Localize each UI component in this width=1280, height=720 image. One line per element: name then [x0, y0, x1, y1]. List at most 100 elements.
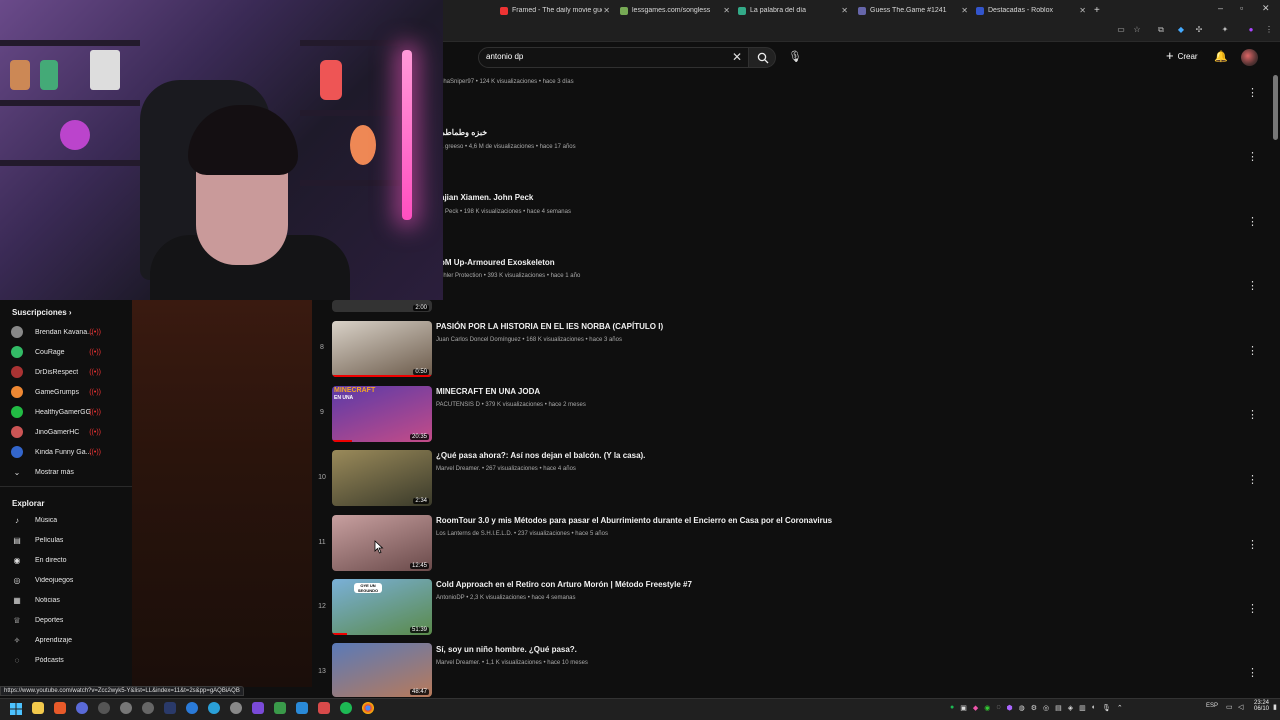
close-tab-icon[interactable]: ✕ [723, 6, 730, 15]
tray-icon[interactable]: ◍ [1019, 704, 1025, 712]
video-title[interactable]: MINECRAFT EN UNA JODA [436, 387, 540, 396]
tray-icon[interactable]: ◈ [1068, 704, 1073, 712]
sidebar-item-subscription[interactable]: Brendan Kavana... ((•)) [11, 324, 129, 340]
more-options-icon[interactable]: ⋮ [1247, 473, 1258, 486]
tray-icon[interactable]: ◌ [996, 704, 1000, 712]
tray-icon[interactable]: ◆ [973, 704, 978, 712]
tray-icon[interactable]: ▣ [960, 704, 967, 712]
microphone-icon[interactable]: 🎙 [788, 50, 802, 63]
search-taskbar-icon[interactable] [54, 702, 66, 714]
video-title[interactable]: Sí, soy un niño hombre. ¿Qué pasa?. [436, 645, 577, 654]
app-icon[interactable] [142, 702, 154, 714]
microphone-tray-icon[interactable]: 🎙 [1102, 704, 1111, 712]
language-indicator[interactable]: ESP [1206, 703, 1218, 709]
sidebar-item-subscription[interactable]: HealthyGamerGG ((•)) [11, 404, 129, 420]
menu-dots-icon[interactable]: ⋮ [1264, 25, 1274, 35]
browser-tab[interactable]: La palabra del día ✕ [738, 2, 848, 19]
more-options-icon[interactable]: ⋮ [1247, 215, 1258, 228]
close-tab-icon[interactable]: ✕ [1079, 6, 1086, 15]
sidebar-item-subscription[interactable]: GameGrumps ((•)) [11, 384, 129, 400]
search-button[interactable] [748, 47, 776, 68]
tray-icon[interactable]: ⬢ [1007, 704, 1013, 712]
app-icon[interactable] [252, 702, 264, 714]
subscriptions-header[interactable]: Suscripciones › [12, 308, 72, 317]
sidebar-item-gaming[interactable]: ◎ Videojuegos [11, 572, 129, 588]
video-thumbnail[interactable]: OYE UN SEGUNDO 51:39 [332, 579, 432, 635]
bookmark-star-icon[interactable]: ☆ [1132, 25, 1142, 35]
app-icon[interactable] [318, 702, 330, 714]
close-tab-icon[interactable]: ✕ [841, 6, 848, 15]
browser-tab[interactable]: lessgames.com/songless ✕ [620, 2, 730, 19]
network-icon[interactable]: ▭ [1226, 703, 1233, 711]
video-title[interactable]: PASIÓN POR LA HISTORIA EN EL IES NORBA (… [436, 322, 663, 331]
app-icon[interactable] [296, 702, 308, 714]
more-options-icon[interactable]: ⋮ [1247, 344, 1258, 357]
close-window-icon[interactable]: ✕ [1262, 3, 1270, 14]
sidebar-item-subscription[interactable]: DrDisRespect ((•)) [11, 364, 129, 380]
more-options-icon[interactable]: ⋮ [1247, 86, 1258, 99]
video-thumbnail[interactable]: 2:00 [332, 300, 432, 312]
clear-search-icon[interactable]: ✕ [732, 50, 742, 64]
spotify-icon[interactable] [340, 702, 352, 714]
video-thumbnail[interactable]: 48:47 [332, 643, 432, 697]
app-icon[interactable] [98, 702, 110, 714]
more-options-icon[interactable]: ⋮ [1247, 666, 1258, 679]
sidebar-item-subscription[interactable]: JinoGamerHC ((•)) [11, 424, 129, 440]
cast-icon[interactable]: ▭ [1116, 25, 1126, 35]
new-tab-button[interactable]: + [1094, 2, 1100, 19]
sidebar-item-podcasts[interactable]: ◌ Pódcasts [11, 652, 129, 668]
sidebar-item-subscription[interactable]: Kinda Funny Ga... ((•)) [11, 444, 129, 460]
profile-icon[interactable]: ✦ [1220, 25, 1230, 35]
volume-icon[interactable]: ◁ [1238, 703, 1243, 711]
app-icon[interactable] [274, 702, 286, 714]
maximize-icon[interactable]: ▫ [1240, 3, 1243, 13]
close-tab-icon[interactable]: ✕ [961, 6, 968, 15]
more-options-icon[interactable]: ⋮ [1247, 538, 1258, 551]
chevron-up-icon[interactable]: ⌃ [1117, 704, 1123, 712]
browser-tab[interactable]: Guess The.Game #1241 ✕ [858, 2, 968, 19]
minimize-icon[interactable]: – [1218, 3, 1223, 13]
video-title[interactable]: RoomTour 3.0 y mis Métodos para pasar el… [436, 516, 832, 525]
app-icon[interactable] [186, 702, 198, 714]
video-thumbnail[interactable]: 2:34 [332, 450, 432, 506]
app-icon[interactable] [120, 702, 132, 714]
spotify-tray-icon[interactable]: ● [950, 704, 954, 712]
video-title[interactable]: ¿Qué pasa ahora?: Así nos dejan el balcó… [436, 451, 645, 460]
tray-icon[interactable]: ⚙ [1031, 704, 1037, 712]
tray-icon[interactable]: ◉ [984, 704, 990, 712]
steam-icon[interactable] [164, 702, 176, 714]
file-explorer-icon[interactable] [32, 702, 44, 714]
windows-start-icon[interactable] [10, 703, 22, 715]
tray-icon[interactable]: ◐ [1092, 704, 1096, 712]
sidebar-item-news[interactable]: ▦ Noticias [11, 592, 129, 608]
chrome-icon[interactable] [362, 702, 374, 714]
notifications-bell-icon[interactable]: 🔔 [1214, 50, 1228, 63]
sidebar-item-learning[interactable]: ✧ Aprendizaje [11, 632, 129, 648]
video-thumbnail[interactable]: 0:50 [332, 321, 432, 377]
extension-icon[interactable]: ● [1246, 25, 1256, 35]
telegram-icon[interactable] [208, 702, 220, 714]
app-icon[interactable] [76, 702, 88, 714]
puzzle-icon[interactable]: ✣ [1194, 25, 1204, 35]
browser-tab[interactable]: Destacadas - Roblox ✕ [976, 2, 1086, 19]
app-icon[interactable] [230, 702, 242, 714]
more-options-icon[interactable]: ⋮ [1247, 279, 1258, 292]
video-title[interactable]: Cold Approach en el Retiro con Arturo Mo… [436, 580, 692, 589]
sidebar-item-music[interactable]: ♪ Música [11, 512, 129, 528]
account-avatar[interactable] [1241, 49, 1258, 66]
create-button[interactable]: + Crear [1166, 49, 1198, 62]
notifications-icon[interactable]: ▮ [1273, 703, 1277, 711]
browser-tab[interactable]: Framed - The daily movie gues ✕ [500, 2, 610, 19]
extension-icon[interactable]: ⧉ [1156, 25, 1166, 35]
video-title[interactable]: ajian Xiamen. John Peck [440, 193, 533, 202]
tray-icon[interactable]: ◎ [1043, 704, 1049, 712]
sidebar-item-subscription[interactable]: CouRage ((•)) [11, 344, 129, 360]
tray-icon[interactable]: ▥ [1079, 704, 1086, 712]
scrollbar-thumb[interactable] [1273, 75, 1278, 140]
video-title[interactable]: oM Up-Armoured Exoskeleton [440, 258, 555, 267]
extension-icon[interactable]: ◆ [1176, 25, 1186, 35]
tray-icon[interactable]: ▤ [1055, 704, 1062, 712]
clock[interactable]: 23:24 06/10 [1254, 700, 1269, 712]
sidebar-item-live[interactable]: ◉ En directo [11, 552, 129, 568]
more-options-icon[interactable]: ⋮ [1247, 408, 1258, 421]
